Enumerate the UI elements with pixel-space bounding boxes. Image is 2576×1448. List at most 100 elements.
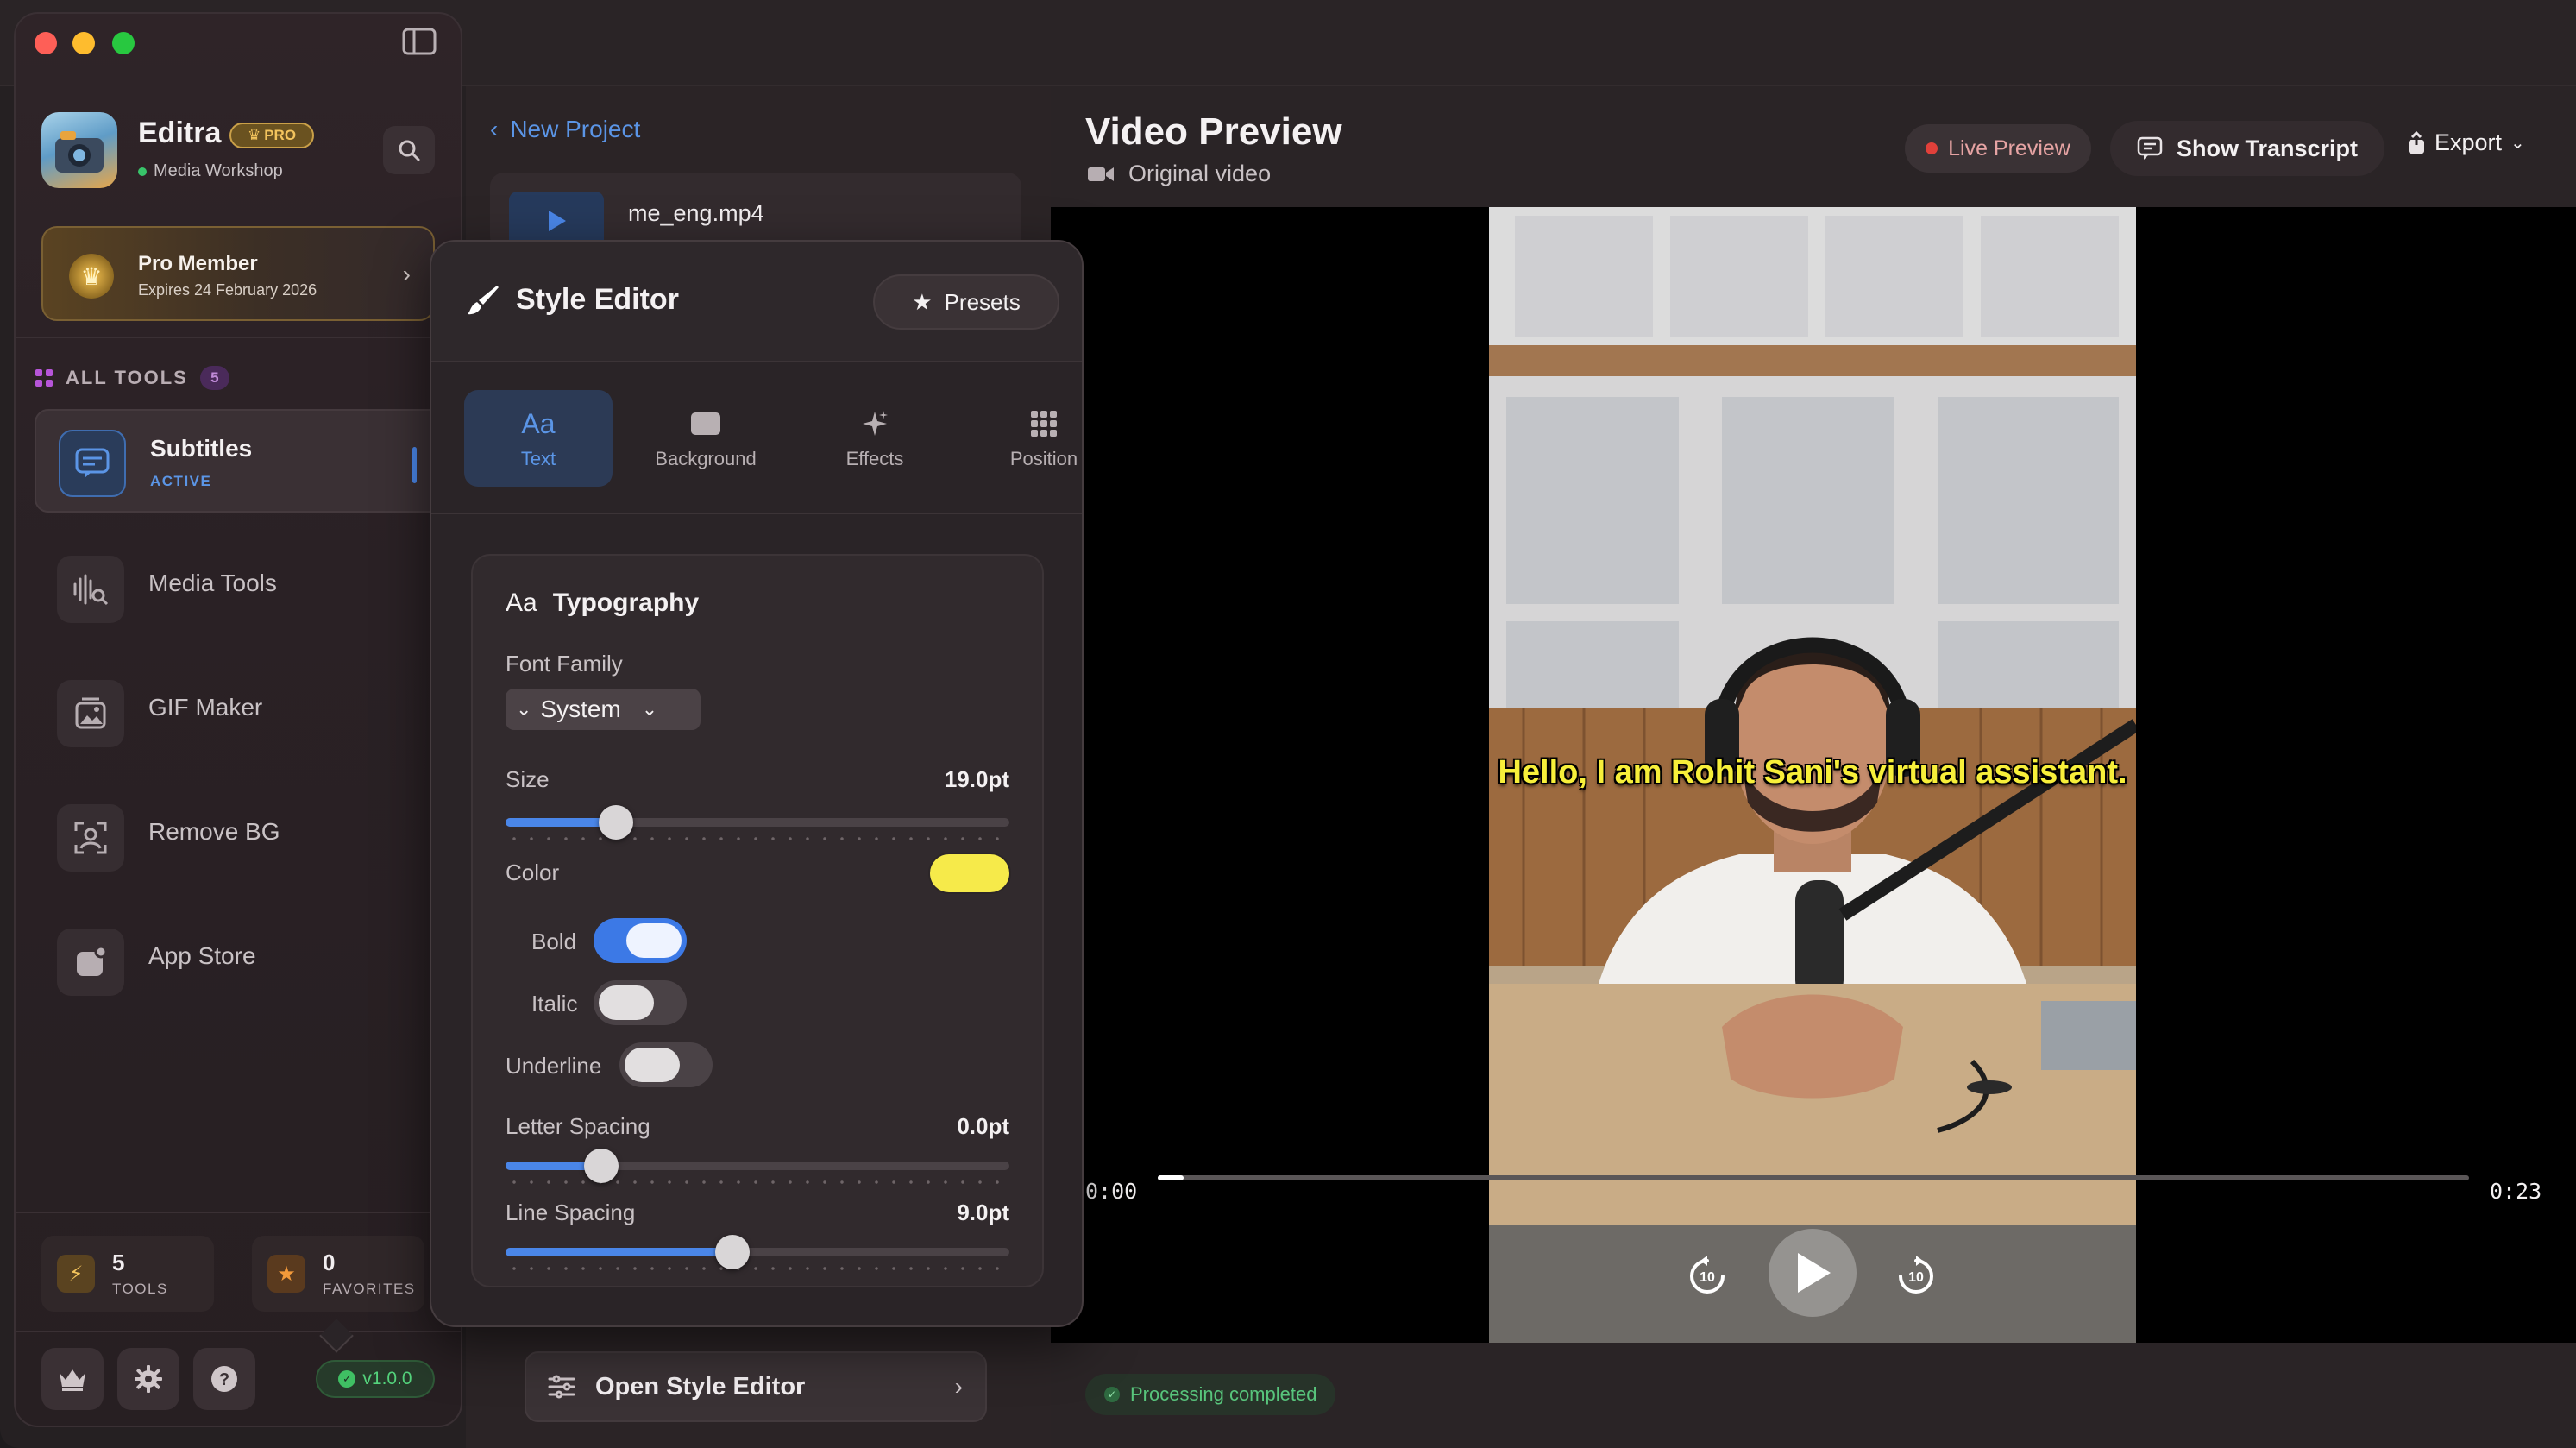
style-editor-title: Style Editor: [516, 283, 679, 316]
help-button[interactable]: ?: [193, 1348, 255, 1410]
tab-effects[interactable]: Effects: [801, 390, 949, 487]
export-menu[interactable]: Export ⌄: [2407, 129, 2525, 156]
line-spacing-value: 9.0pt: [957, 1199, 1009, 1225]
live-dot: [1926, 142, 1938, 154]
sidebar-item-label: GIF Maker: [148, 694, 263, 721]
tab-label: Effects: [845, 448, 904, 469]
app-subtitle-text: Media Workshop: [154, 161, 283, 180]
search-icon: [399, 140, 420, 161]
bolt-icon: ⚡: [57, 1255, 95, 1293]
star-icon: ★: [267, 1255, 305, 1293]
italic-toggle[interactable]: [594, 980, 687, 1025]
zoom-window-button[interactable]: [112, 32, 135, 54]
back-to-new-project[interactable]: ‹ New Project: [490, 116, 640, 143]
sidebar-item-label: Remove BG: [148, 818, 280, 845]
tab-position[interactable]: Position: [970, 390, 1082, 487]
divider: [14, 1331, 462, 1332]
skip-back-button[interactable]: 10: [1681, 1250, 1734, 1303]
tab-label: Text: [520, 448, 556, 469]
back-label: New Project: [510, 116, 641, 142]
subtitle-caption: Hello, I am Rohit Sani's virtual assista…: [1498, 754, 2127, 790]
pro-member-card[interactable]: ♛ Pro Member Expires 24 February 2026 ›: [41, 226, 435, 321]
sidebar-item-subtitles[interactable]: Subtitles ACTIVE: [35, 409, 449, 513]
svg-text:10: 10: [1700, 1270, 1715, 1285]
sidebar-item-app-store[interactable]: App Store: [35, 910, 449, 1013]
svg-text:10: 10: [1908, 1270, 1924, 1285]
sidebar-item-media-tools[interactable]: Media Tools: [35, 537, 449, 640]
presets-button[interactable]: ★ Presets: [873, 274, 1059, 330]
search-button[interactable]: [383, 126, 435, 174]
bold-toggle[interactable]: [594, 918, 687, 963]
waveform-icon: [57, 556, 124, 623]
open-style-editor-button[interactable]: Open Style Editor ›: [525, 1351, 987, 1422]
person-icon: [57, 804, 124, 872]
grid-icon: [1028, 406, 1059, 441]
skip-forward-button[interactable]: 10: [1889, 1250, 1943, 1303]
sidebar-item-gif-maker[interactable]: GIF Maker: [35, 661, 449, 765]
version-badge: ✓ v1.0.0: [316, 1360, 435, 1398]
text-icon: Aa: [521, 407, 556, 439]
preview-subtitle: Original video: [1087, 161, 1271, 187]
show-transcript-label: Show Transcript: [2176, 135, 2359, 161]
tab-text[interactable]: Aa Text: [464, 390, 613, 487]
processing-status-label: Processing completed: [1130, 1383, 1317, 1405]
line-spacing-slider[interactable]: [506, 1235, 1009, 1270]
app-subtitle: Media Workshop: [138, 161, 283, 181]
crown-icon: ♛: [69, 254, 114, 299]
line-spacing-slider-knob[interactable]: [714, 1235, 750, 1269]
seek-bar[interactable]: [1158, 1175, 2469, 1180]
preview-title: Video Preview: [1085, 110, 1342, 153]
letter-spacing-value: 0.0pt: [957, 1113, 1009, 1139]
show-transcript-button[interactable]: Show Transcript: [2110, 121, 2384, 176]
app-title: Editra: [138, 116, 222, 149]
italic-label: Italic: [531, 991, 578, 1017]
play-icon: [1798, 1253, 1831, 1293]
favorites-stat-label: FAVORITES: [323, 1281, 416, 1297]
settings-button[interactable]: [117, 1348, 179, 1410]
text-icon: Aa: [506, 589, 537, 617]
color-swatch[interactable]: [930, 854, 1009, 892]
font-family-label: Font Family: [506, 651, 623, 677]
bold-label: Bold: [531, 929, 577, 954]
online-dot: [138, 167, 147, 176]
size-value: 19.0pt: [944, 766, 1009, 792]
underline-label: Underline: [506, 1053, 602, 1079]
slider-ticks: [506, 1267, 1009, 1270]
svg-text:?: ?: [219, 1370, 229, 1389]
size-slider-knob[interactable]: [599, 805, 634, 840]
toggle-knob: [599, 985, 654, 1020]
live-preview-label: Live Preview: [1948, 135, 2070, 161]
rewind-10-icon: 10: [1690, 1256, 1725, 1294]
sparkle-icon: [859, 406, 890, 441]
toggle-knob: [626, 923, 682, 958]
gear-icon: [135, 1365, 162, 1393]
underline-toggle[interactable]: [619, 1042, 713, 1087]
crown-button[interactable]: [41, 1348, 104, 1410]
processing-status: ✓ Processing completed: [1085, 1374, 1336, 1415]
pro-badge-label: PRO: [264, 127, 297, 143]
grid-icon: [35, 369, 53, 387]
tab-background[interactable]: Background: [631, 390, 780, 487]
export-label: Export: [2435, 129, 2503, 155]
favorites-stat-value: 0: [323, 1250, 336, 1275]
play-button[interactable]: [1769, 1229, 1857, 1317]
presets-label: Presets: [944, 288, 1021, 315]
letter-spacing-slider[interactable]: [506, 1149, 1009, 1184]
all-tools-label: ALL TOOLS: [66, 367, 188, 388]
preview-subtitle-text: Original video: [1128, 161, 1272, 186]
sliders-icon: [548, 1375, 575, 1399]
sidebar-toggle-icon[interactable]: [402, 28, 437, 60]
forward-10-icon: 10: [1899, 1256, 1933, 1294]
live-preview-badge[interactable]: Live Preview: [1905, 124, 2091, 173]
size-slider[interactable]: [506, 805, 1009, 840]
help-icon: ?: [211, 1366, 237, 1392]
letter-spacing-slider-knob[interactable]: [583, 1149, 619, 1183]
typography-card: Aa Typography Font Family ⌄ System ⌄ Siz…: [471, 554, 1044, 1287]
divider: [14, 1212, 462, 1213]
close-window-button[interactable]: [35, 32, 57, 54]
sidebar-item-label: App Store: [148, 942, 256, 969]
color-label: Color: [506, 859, 560, 885]
sidebar-item-remove-bg[interactable]: Remove BG: [35, 785, 449, 889]
font-family-select[interactable]: ⌄ System ⌄: [506, 689, 701, 730]
minimize-window-button[interactable]: [72, 32, 95, 54]
